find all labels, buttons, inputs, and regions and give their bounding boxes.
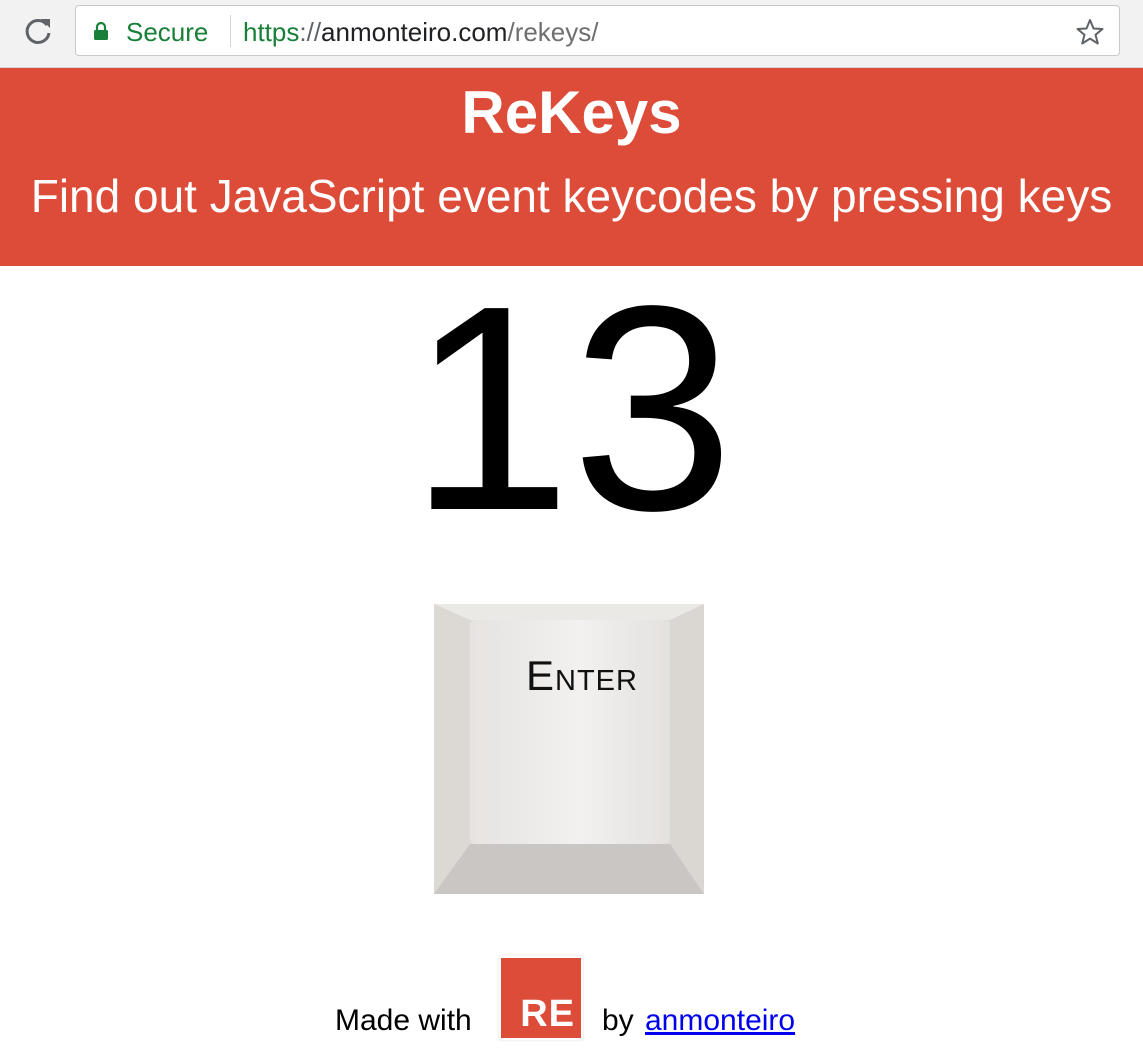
key-label: Enter bbox=[526, 652, 638, 699]
keycap: Enter bbox=[434, 604, 704, 894]
by-text: by bbox=[602, 1004, 634, 1037]
url-text[interactable]: https://anmonteiro.com/rekeys/ bbox=[243, 18, 599, 46]
logo-background: RE bbox=[501, 958, 581, 1038]
secure-label: Secure bbox=[126, 17, 209, 47]
address-bar[interactable]: Secure https://anmonteiro.com/rekeys/ bbox=[75, 5, 1120, 56]
reload-icon[interactable] bbox=[22, 15, 54, 47]
page-title: ReKeys bbox=[461, 79, 682, 146]
omnibox-divider bbox=[230, 15, 231, 47]
logo-text: RE bbox=[520, 993, 575, 1035]
keycode-value: 13 bbox=[409, 245, 734, 571]
url-host: anmonteiro.com bbox=[321, 17, 508, 47]
reagent-logo: RE bbox=[499, 956, 583, 1040]
url-path: /rekeys/ bbox=[507, 17, 599, 47]
made-with-text: Made with bbox=[335, 1004, 472, 1037]
footer: Made with RE by anmonteiro bbox=[0, 955, 1143, 1045]
url-scheme: https bbox=[243, 17, 300, 47]
star-icon[interactable] bbox=[1075, 17, 1105, 47]
page-subtitle: Find out JavaScript event keycodes by pr… bbox=[30, 170, 1113, 222]
lock-icon bbox=[93, 21, 109, 41]
url-separator: :// bbox=[299, 17, 322, 47]
author-link[interactable]: anmonteiro bbox=[645, 1003, 795, 1039]
browser-toolbar: Secure https://anmonteiro.com/rekeys/ bbox=[0, 0, 1143, 68]
header-banner: ReKeys Find out JavaScript event keycode… bbox=[0, 68, 1143, 266]
